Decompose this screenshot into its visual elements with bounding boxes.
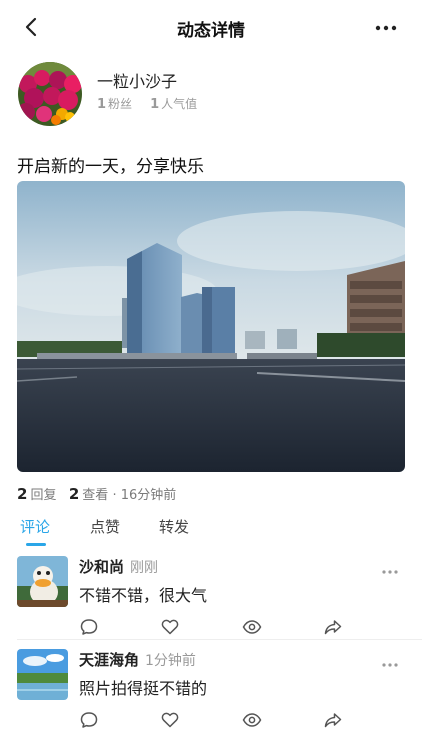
city-street-photo — [17, 181, 405, 472]
comment-author[interactable]: 天涯海角 1分钟前 — [79, 649, 196, 670]
comment-avatar[interactable] — [17, 649, 68, 700]
eye-icon — [242, 620, 262, 634]
comment-actions — [79, 617, 349, 637]
views-label: 查看 — [82, 488, 109, 503]
views-button[interactable] — [242, 617, 262, 637]
post-image[interactable] — [17, 181, 405, 472]
page-title: 动态详情 — [177, 21, 245, 41]
share-button[interactable] — [323, 710, 343, 730]
ellipsis-icon — [382, 663, 398, 667]
tab-reposts[interactable]: 转发 — [159, 516, 189, 537]
comment-author[interactable]: 沙和尚 刚刚 — [79, 556, 158, 577]
like-button[interactable] — [160, 710, 180, 730]
post-stats: 2 回复 2 查看 · 16分钟前 — [17, 484, 176, 503]
replies-count: 2 — [17, 485, 28, 503]
views-button[interactable] — [242, 710, 262, 730]
comment-item: 沙和尚 刚刚 不错不错，很大气 — [0, 556, 422, 646]
comment-time: 刚刚 — [130, 560, 159, 576]
eye-icon — [242, 713, 262, 727]
comment-item: 天涯海角 1分钟前 照片拍得挺不错的 — [0, 649, 422, 739]
comment-divider — [17, 639, 422, 640]
popularity-count: 1 — [150, 97, 160, 112]
comment-text: 照片拍得挺不错的 — [79, 679, 208, 698]
share-arrow-icon — [324, 713, 342, 728]
nav-bar: 动态详情 — [0, 0, 422, 54]
fans-count: 1 — [97, 97, 107, 112]
fans-label: 粉丝 — [108, 97, 133, 111]
tab-bar: 评论 点赞 转发 — [0, 512, 422, 548]
flower-garden-avatar-image — [18, 62, 82, 126]
replies-label: 回复 — [30, 488, 57, 503]
post-text: 开启新的一天，分享快乐 — [17, 157, 204, 177]
comment-author-name: 天涯海角 — [79, 651, 140, 669]
author-stats: 1 粉丝 1 人气值 — [97, 95, 197, 112]
comment-time: 1分钟前 — [145, 653, 196, 669]
comment-bubble-icon — [80, 712, 98, 728]
comment-bubble-icon — [80, 619, 98, 635]
tab-likes[interactable]: 点赞 — [90, 516, 120, 537]
comment-author-name: 沙和尚 — [79, 558, 125, 576]
comment-more-button[interactable] — [380, 655, 400, 667]
comment-avatar[interactable] — [17, 556, 68, 607]
lake-landscape-avatar-image — [17, 649, 68, 700]
heart-icon — [161, 619, 179, 635]
ellipsis-icon — [382, 570, 398, 574]
like-button[interactable] — [160, 617, 180, 637]
author-header: 一粒小沙子 1 粉丝 1 人气值 — [18, 62, 408, 128]
duck-avatar-image — [17, 556, 68, 607]
comment-more-button[interactable] — [380, 562, 400, 574]
author-name[interactable]: 一粒小沙子 — [97, 68, 177, 92]
reply-button[interactable] — [79, 617, 99, 637]
author-avatar[interactable] — [18, 62, 82, 126]
share-arrow-icon — [324, 620, 342, 635]
ellipsis-icon — [375, 25, 397, 31]
active-tab-indicator — [26, 543, 46, 546]
views-count: 2 — [68, 485, 80, 503]
popularity-label: 人气值 — [161, 97, 198, 111]
tab-comments[interactable]: 评论 — [20, 516, 50, 537]
comment-text: 不错不错，很大气 — [79, 586, 208, 605]
share-button[interactable] — [323, 617, 343, 637]
reply-button[interactable] — [79, 710, 99, 730]
heart-icon — [161, 712, 179, 728]
more-button[interactable] — [372, 16, 400, 40]
post-time: · 16分钟前 — [112, 488, 177, 503]
comment-actions — [79, 710, 349, 730]
